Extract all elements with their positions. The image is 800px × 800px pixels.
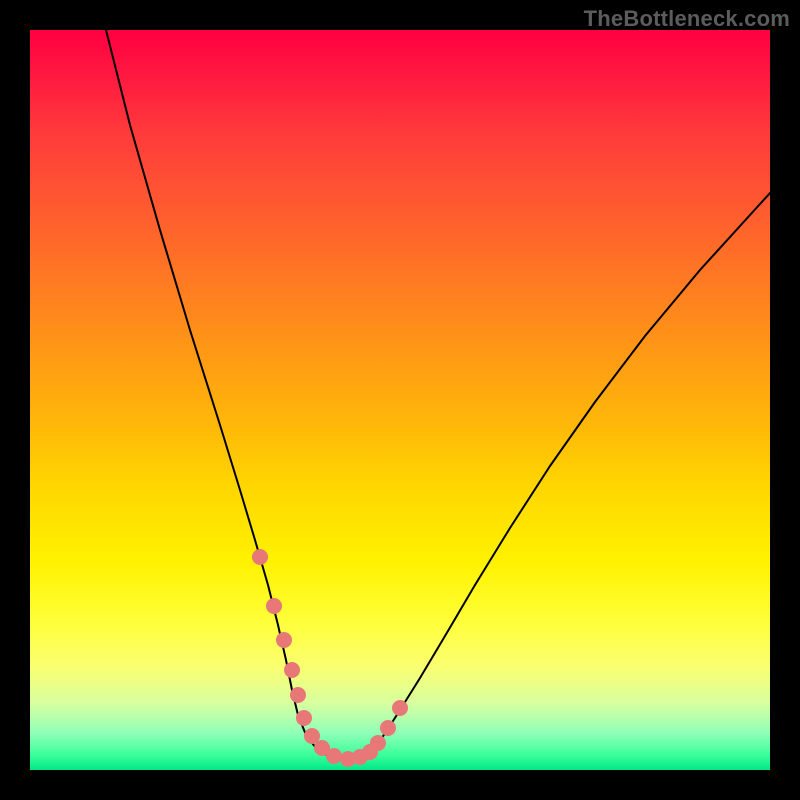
marker-dot xyxy=(392,700,408,716)
chart-svg xyxy=(30,30,770,770)
bottleneck-curve xyxy=(106,30,770,760)
plot-area xyxy=(30,30,770,770)
marker-dot xyxy=(326,748,342,764)
curve-markers xyxy=(252,549,408,767)
chart-frame: TheBottleneck.com xyxy=(0,0,800,800)
marker-dot xyxy=(252,549,268,565)
marker-dot xyxy=(296,710,312,726)
marker-dot xyxy=(370,735,386,751)
watermark-text: TheBottleneck.com xyxy=(584,6,790,32)
marker-dot xyxy=(380,720,396,736)
marker-dot xyxy=(290,687,306,703)
marker-dot xyxy=(284,662,300,678)
marker-dot xyxy=(266,598,282,614)
marker-dot xyxy=(276,632,292,648)
